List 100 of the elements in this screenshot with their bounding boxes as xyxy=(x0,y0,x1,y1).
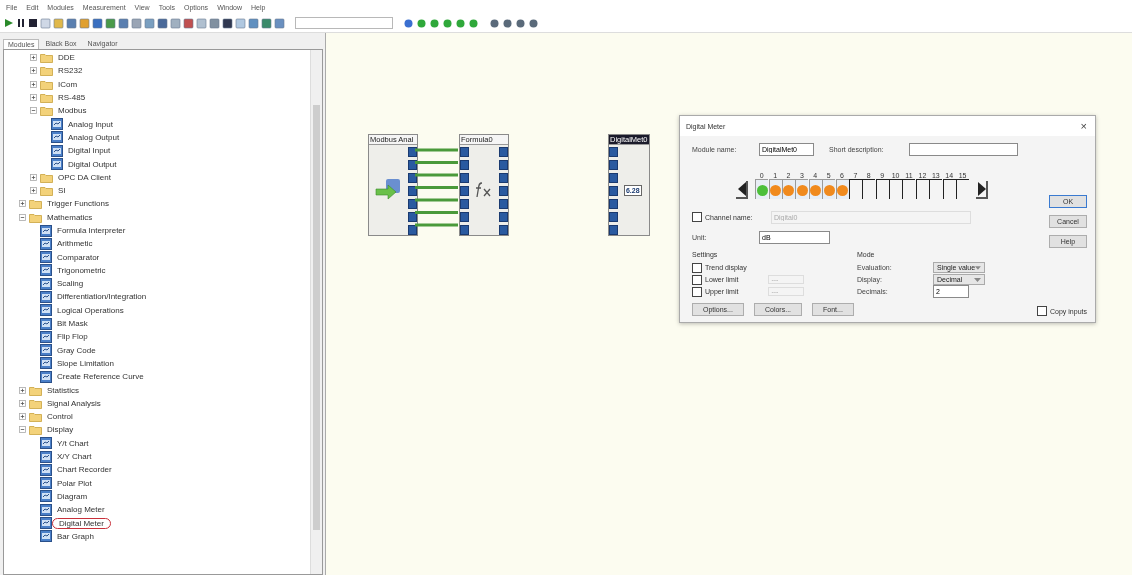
folder-icon xyxy=(40,105,53,117)
tree-item[interactable]: Signal Analysis xyxy=(45,398,103,408)
tree-item[interactable]: Analog Meter xyxy=(55,505,107,515)
tree-item[interactable]: Bit Mask xyxy=(55,319,90,329)
expand-icon[interactable] xyxy=(30,173,37,181)
toolbar-icon[interactable] xyxy=(222,17,233,29)
close-button[interactable]: × xyxy=(1078,120,1089,132)
tree-item[interactable]: Digital Meter xyxy=(53,518,110,528)
play-icon[interactable] xyxy=(4,18,14,28)
checkbox[interactable] xyxy=(692,286,702,297)
tree-item[interactable]: Analog Input xyxy=(66,119,115,129)
tree-item[interactable]: Arithmetic xyxy=(55,239,95,249)
led-icon xyxy=(528,17,539,29)
module-icon xyxy=(40,344,52,357)
dropdown[interactable] xyxy=(295,17,393,29)
module-icon xyxy=(40,251,52,264)
expand-icon[interactable] xyxy=(19,386,26,394)
channel-slot[interactable] xyxy=(862,179,876,199)
tree-item[interactable]: Y/t Chart xyxy=(55,438,91,448)
tree-item[interactable]: Slope Limitation xyxy=(55,358,116,368)
module-icon xyxy=(40,437,52,450)
toolbar-icon[interactable] xyxy=(157,17,168,29)
tree-item[interactable]: Control xyxy=(45,412,75,422)
pause-icon[interactable] xyxy=(16,18,26,28)
folder-icon xyxy=(29,211,42,223)
expand-icon[interactable] xyxy=(30,94,37,102)
tree-item[interactable]: Bar Graph xyxy=(55,531,96,541)
channel-slot[interactable] xyxy=(942,179,956,199)
folder-icon xyxy=(40,52,53,64)
folder-icon xyxy=(29,424,42,436)
tree-item[interactable]: RS-485 xyxy=(56,93,88,103)
tree-item[interactable]: Formula Interpreter xyxy=(55,226,128,235)
expand-icon[interactable] xyxy=(30,187,37,195)
expand-icon[interactable] xyxy=(19,413,26,421)
checkbox[interactable] xyxy=(692,262,702,273)
tree-item[interactable]: Digital Output xyxy=(66,159,119,169)
tree-item[interactable]: Analog Output xyxy=(66,132,122,142)
channel-slot[interactable] xyxy=(902,179,916,199)
tree-item[interactable]: Gray Code xyxy=(55,345,98,355)
tree-item[interactable]: Statistics xyxy=(45,385,81,395)
tree-item[interactable]: Display xyxy=(45,425,76,435)
module-icon xyxy=(40,304,52,317)
tree-item[interactable]: Scaling xyxy=(55,279,86,289)
tree-item[interactable]: Comparator xyxy=(55,252,102,262)
tree-item[interactable]: X/Y Chart xyxy=(55,452,94,462)
tree-item[interactable]: OPC DA Client xyxy=(56,172,113,182)
caret-icon xyxy=(975,265,981,270)
tree-item[interactable]: Logical Operations xyxy=(55,305,126,315)
scroll-right-icon[interactable] xyxy=(975,179,990,199)
checkbox[interactable] xyxy=(692,274,702,285)
tree-item[interactable]: Modbus xyxy=(56,106,89,116)
channel-slot[interactable] xyxy=(889,179,903,199)
tree-item[interactable]: DDE xyxy=(56,53,77,63)
stop-icon[interactable] xyxy=(28,18,38,28)
tree-item[interactable]: Chart Recorder xyxy=(55,465,114,475)
module-icon xyxy=(40,291,52,303)
module-icon xyxy=(40,477,52,490)
module-icon xyxy=(51,158,63,170)
expand-icon[interactable] xyxy=(30,54,37,62)
tree-item[interactable]: Diagram xyxy=(55,491,90,501)
channel-slot[interactable] xyxy=(875,179,889,199)
led-icon xyxy=(468,17,479,29)
scroll-thumb[interactable] xyxy=(313,105,320,530)
channel-slot[interactable] xyxy=(956,179,970,199)
tree-item[interactable]: Trigger Functions xyxy=(45,199,111,209)
expand-icon[interactable] xyxy=(30,80,37,88)
folder-icon xyxy=(29,198,42,210)
channel-slot[interactable] xyxy=(848,179,862,199)
channel-slot[interactable] xyxy=(929,179,943,199)
folder-icon xyxy=(40,78,53,90)
tree-item[interactable]: SI xyxy=(56,186,68,196)
tree-item[interactable]: RS232 xyxy=(56,66,85,76)
module-icon xyxy=(40,264,52,277)
checkbox[interactable] xyxy=(1037,306,1048,316)
collapse-icon[interactable] xyxy=(19,426,26,434)
collapse-icon[interactable] xyxy=(19,213,26,221)
expand-icon[interactable] xyxy=(30,67,37,75)
expand-icon[interactable] xyxy=(19,200,26,208)
tree-item[interactable]: Differentiation/Integration xyxy=(55,292,149,302)
scrollbar[interactable] xyxy=(310,50,322,574)
tree-item[interactable]: Flip Flop xyxy=(55,332,90,342)
led-icon xyxy=(442,17,453,29)
module-icon xyxy=(40,317,52,330)
tree-item[interactable]: Digital Input xyxy=(66,146,113,156)
tree-item[interactable]: Polar Plot xyxy=(55,478,94,488)
description-field[interactable] xyxy=(909,142,1018,156)
folder-icon xyxy=(40,65,53,77)
module-icon xyxy=(51,144,63,157)
scroll-left-icon[interactable] xyxy=(735,179,749,199)
tree-item[interactable]: Create Reference Curve xyxy=(55,372,146,382)
checkbox[interactable] xyxy=(692,212,702,222)
expand-icon[interactable] xyxy=(19,399,26,407)
module-icon xyxy=(40,370,52,383)
tree-item[interactable]: ICom xyxy=(56,79,80,89)
tree-item[interactable]: Trigonometric xyxy=(55,265,108,275)
channel-slot[interactable] xyxy=(915,179,929,199)
toolbar-icon[interactable] xyxy=(92,17,103,29)
collapse-icon[interactable] xyxy=(30,107,37,115)
tree-item[interactable]: Mathematics xyxy=(45,212,95,222)
module-icon xyxy=(40,490,52,503)
